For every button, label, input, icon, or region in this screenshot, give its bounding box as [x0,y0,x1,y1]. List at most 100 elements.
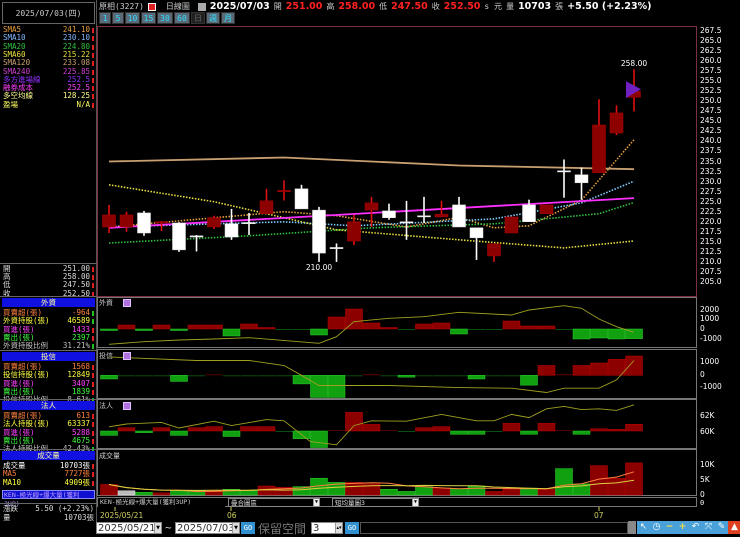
strategy-name: KEN-極光線+爆大量(獲利3UP) [98,498,225,507]
foreign-bar [152,324,171,330]
range-separator: ~ [165,521,172,534]
price-tick: 265.0 [700,36,722,46]
trust-bar [223,375,240,377]
trust-bar [397,375,416,378]
start-date-input[interactable]: 2025/05/21 ▼ [96,522,162,534]
candle-body [119,214,134,228]
volume-bar [607,477,626,496]
foreign-bar [572,328,591,340]
institutional-bar [520,430,538,435]
price-tick: 205.0 [700,277,722,286]
ma-select[interactable]: 短均量圖3 ▼ [332,498,419,507]
candle-body [312,209,326,254]
zoom-in-icon[interactable]: + [676,521,689,534]
institutional-bar [432,426,451,432]
arrow-icon[interactable]: ↖ [637,521,650,534]
candle-body [137,212,151,234]
institutional-bar [117,427,136,432]
foreign-bar [450,328,468,335]
reserve-space-input[interactable]: 3 ▴▾ [311,522,343,534]
foreign-bar [415,323,433,330]
go-button[interactable]: GO [241,522,255,534]
institutional-bar [240,426,258,432]
candle-body [452,204,466,228]
candle-body [539,204,554,214]
chevron-down-icon[interactable]: ▼ [313,499,319,506]
trust-bar [503,375,520,377]
trust-bar [485,375,503,377]
trust-bar [467,375,486,380]
foreign-tick: 0 [700,324,705,333]
price-tick: 207.5 [700,266,722,276]
price-tick: 217.5 [700,226,722,236]
chevron-down-icon[interactable]: ▼ [154,523,161,533]
candle-body [574,174,589,184]
institutional-bar [187,427,206,432]
foreign-bar [555,329,573,330]
volume-bar [520,487,538,496]
price-tick: 267.5 [700,26,722,35]
candle-body [347,221,361,242]
trust-bar [100,375,118,380]
spinner-icon[interactable]: ▴▾ [335,523,342,533]
price-tick: 215.0 [700,236,722,246]
chevron-down-icon[interactable]: ▼ [412,499,418,506]
bell-icon[interactable]: ▲ [728,521,740,534]
trust-bar [415,375,433,377]
scroll-thumb[interactable] [628,521,636,534]
go-button[interactable]: GO [345,522,359,534]
institutional-bar [205,426,223,432]
foreign-bar [187,324,206,330]
candle-body [172,222,186,251]
end-date-input[interactable]: 2025/07/03 ▼ [175,522,240,534]
foreign-bar [607,328,626,340]
overlay-select[interactable]: 疊合圖區 ▼ [228,498,320,507]
volume-bar [100,484,118,496]
foreign-tick: 1000 [700,314,720,323]
institutional-tick: 62K [700,411,715,420]
candle-body [242,222,256,225]
candle-body [364,202,379,211]
price-tick: 235.0 [700,156,722,166]
foreign-tick: 2000 [700,305,720,314]
zoom-out-icon[interactable]: − [663,521,676,534]
trust-bar [537,365,556,376]
price-tick: 257.5 [700,66,722,76]
candle-body [329,247,344,249]
trust-bar [327,375,346,398]
volume-bar [257,485,276,496]
candle-body [434,213,449,218]
foreign-bar [537,325,556,330]
panel-settings-icon[interactable] [123,352,131,360]
volume-bar [502,488,521,496]
fit-icon[interactable]: ⤧ [702,521,715,534]
volume-bar [555,468,573,496]
price-tick: 225.0 [700,196,722,206]
panel-settings-icon[interactable] [123,402,131,410]
institutional-tick: 60K [700,427,715,436]
price-tick: 212.5 [700,246,722,256]
chevron-down-icon[interactable]: ▼ [232,523,239,533]
trust-bar [555,374,573,376]
price-tick: 245.0 [700,116,722,126]
ma-select-value: 短均量圖3 [335,499,365,507]
start-date-value: 2025/05/21 [98,523,156,534]
clock-icon[interactable]: ◷ [650,521,663,534]
pen-icon[interactable]: ✎ [715,521,728,534]
foreign-bar [362,322,381,330]
candle-body [102,214,116,228]
foreign-bar [398,329,415,330]
price-tick: 237.5 [700,146,722,156]
volume-bar [485,491,503,496]
volume-bar [240,490,258,496]
candle-body [557,170,571,173]
scrollbar[interactable] [360,522,628,534]
institutional-bar [485,431,503,432]
foreign-bar [275,329,293,330]
undo-icon[interactable]: ↶ [689,521,702,534]
institutional-bar [100,430,118,436]
price-tick: 252.5 [700,86,722,96]
low-price-label: 210.00 [306,263,332,272]
institutional-bar [398,431,415,432]
panel-settings-icon[interactable] [123,299,131,307]
